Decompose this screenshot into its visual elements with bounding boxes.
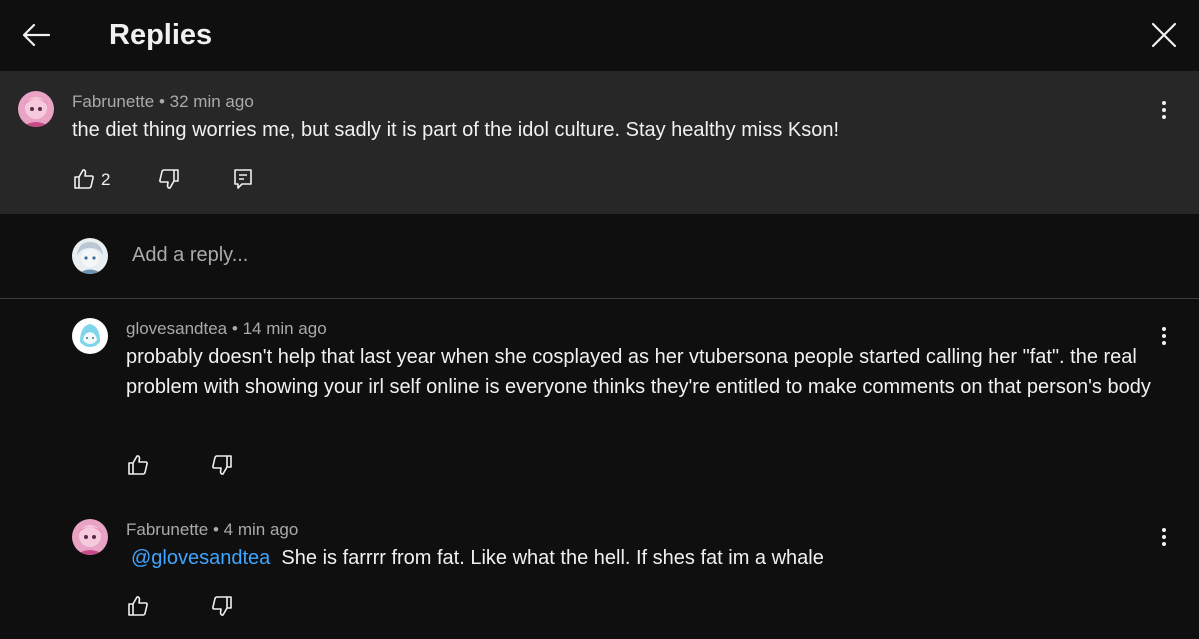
avatar-ghost-icon [72, 318, 108, 354]
dislike-button[interactable] [210, 594, 234, 623]
reply-author[interactable]: glovesandtea [126, 319, 227, 338]
comment-text: the diet thing worries me, but sadly it … [72, 119, 840, 141]
comment-meta: Fabrunette • 32 min ago [72, 92, 254, 112]
more-options-button[interactable] [1154, 321, 1174, 351]
like-button[interactable] [126, 594, 150, 623]
like-count: 2 [101, 170, 111, 189]
meta-separator: • [231, 319, 243, 338]
comment-icon [234, 169, 252, 189]
thumb-down-icon [212, 596, 232, 616]
more-options-button[interactable] [1154, 95, 1174, 125]
comment-author[interactable]: Fabrunette [72, 92, 154, 111]
more-options-button[interactable] [1154, 522, 1174, 552]
like-button[interactable] [72, 167, 96, 196]
page-title: Replies [109, 19, 213, 51]
meta-separator: • [158, 92, 170, 111]
avatar[interactable] [18, 91, 54, 127]
thumb-down-icon [212, 455, 232, 475]
reply-author[interactable]: Fabrunette [126, 520, 208, 539]
reply-input[interactable] [132, 244, 1032, 267]
thumb-up-icon [128, 455, 148, 475]
thumb-up-icon [74, 169, 94, 189]
more-vert-icon [1162, 528, 1166, 546]
arrow-left-icon [22, 23, 51, 47]
reply-text: probably doesn't help that last year whe… [126, 346, 1151, 398]
more-vert-icon [1162, 101, 1166, 119]
avatar-pink-icon [18, 91, 54, 127]
avatar-pink-icon [72, 519, 108, 555]
reply-button[interactable] [231, 167, 255, 196]
comment-time[interactable]: 32 min ago [170, 92, 254, 111]
reply-text: @glovesandtea She is farrrr from fat. Li… [131, 543, 1151, 573]
avatar[interactable] [72, 519, 108, 555]
header: Replies [0, 0, 1199, 70]
reply-time[interactable]: 4 min ago [224, 520, 299, 539]
add-reply-row [0, 214, 1199, 299]
more-vert-icon [1162, 327, 1166, 345]
reply-meta: Fabrunette • 4 min ago [126, 520, 298, 540]
avatar[interactable] [72, 318, 108, 354]
dislike-button[interactable] [157, 167, 181, 196]
thumb-up-icon [128, 596, 148, 616]
back-button[interactable] [18, 16, 56, 54]
reply-text-content: She is farrrr from fat. Like what the he… [281, 547, 824, 569]
meta-separator: • [212, 520, 224, 539]
current-user-avatar [72, 238, 108, 274]
close-button[interactable] [1145, 16, 1183, 54]
thumb-down-icon [159, 169, 179, 189]
like-button[interactable] [126, 453, 150, 482]
reply-meta: glovesandtea • 14 min ago [126, 319, 327, 339]
reply-time[interactable]: 14 min ago [243, 319, 327, 338]
close-icon [1151, 22, 1177, 48]
avatar-user-icon [72, 238, 108, 274]
dislike-button[interactable] [210, 453, 234, 482]
mention-link[interactable]: @glovesandtea [131, 547, 270, 569]
parent-comment: Fabrunette • 32 min ago the diet thing w… [0, 71, 1199, 214]
